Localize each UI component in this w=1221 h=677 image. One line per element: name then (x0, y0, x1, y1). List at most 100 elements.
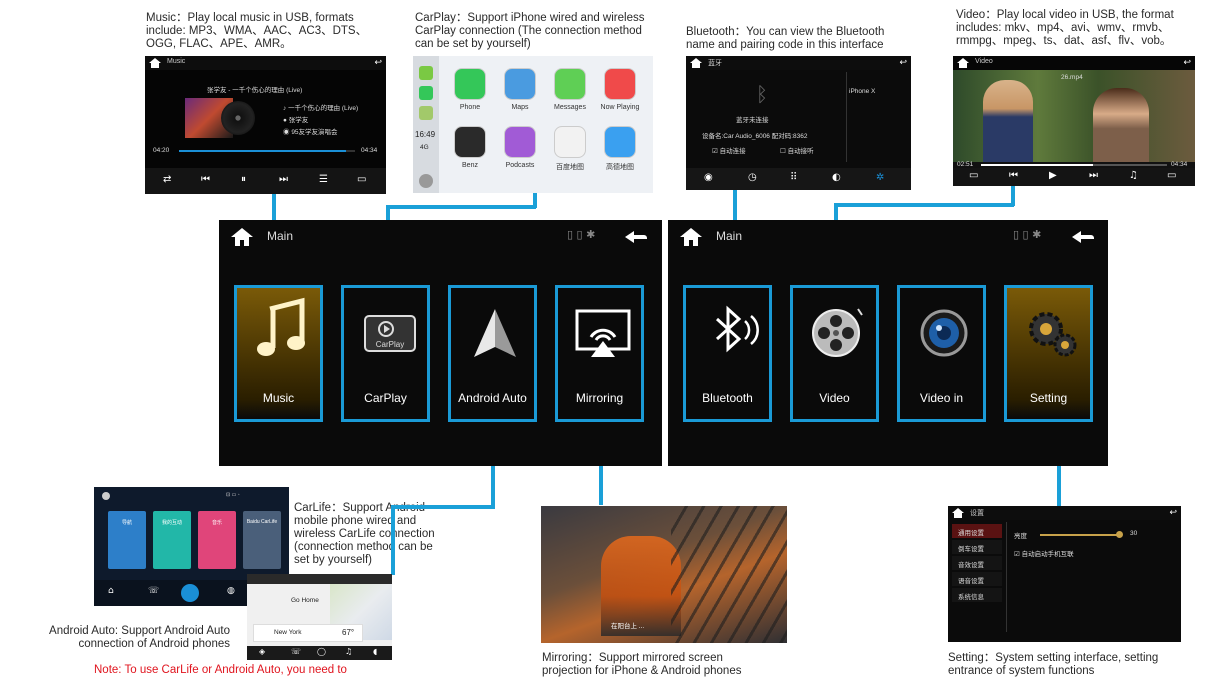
previous-icon[interactable]: ⏮ (1009, 170, 1018, 181)
center-button-icon[interactable] (181, 584, 199, 602)
carplay-app-5[interactable]: Podcasts (497, 126, 543, 182)
next-icon[interactable]: ⏭ (1089, 170, 1098, 181)
carplay-app-3[interactable]: Now Playing (597, 68, 643, 124)
elapsed-time: 02:51 (957, 161, 974, 168)
setting-menu-item[interactable]: 倒车设置 (952, 540, 1002, 554)
bt-tabbar: ◉ ◷ ⠿ ◐ ✲ (686, 168, 911, 190)
setting-screen-title: 设置 (970, 510, 984, 517)
screen-mode-icon[interactable]: ▭ (969, 170, 978, 181)
track-name: ♪ 一千个伤心的理由 (Live) (283, 105, 359, 112)
siri-icon[interactable] (419, 174, 433, 188)
connector-carplay-v2 (533, 192, 537, 208)
carlife-card-3[interactable]: Baidu CarLife (243, 511, 281, 569)
back-arrow-icon[interactable] (1072, 228, 1098, 246)
nav-icon[interactable]: ◈ (259, 647, 265, 656)
carlife-card-1[interactable]: 我的互动 (153, 511, 191, 569)
setting-menu-item[interactable]: 通用设置 (952, 524, 1002, 538)
home-icon[interactable] (680, 228, 702, 246)
phone-icon[interactable]: ☏ (148, 586, 159, 596)
carlife-card-label: Baidu CarLife (246, 519, 278, 525)
usb-bt-status-icon: ▯ ▯ ✱ (1013, 228, 1042, 241)
brightness-slider[interactable] (1040, 531, 1123, 538)
clock: 16:49 (415, 130, 436, 139)
video-in-tile[interactable]: Video in (897, 285, 986, 422)
auto-answer-checkbox[interactable]: ☐ 自动接听 (780, 145, 814, 155)
shuffle-icon[interactable]: ⇄ (163, 174, 171, 185)
app-dock-icon[interactable] (419, 106, 433, 120)
progress-track[interactable] (981, 164, 1167, 166)
paired-device[interactable]: iPhone X (849, 88, 875, 95)
app-dock-icon[interactable] (419, 86, 433, 100)
mirror-structure (671, 506, 787, 643)
android-auto-screenshot: Go Home New York 67° ◈ ☏ ◯ ♫ ◖ (247, 574, 392, 660)
folder-icon[interactable]: ▭ (357, 174, 366, 185)
headphones-icon[interactable]: ♫ (345, 647, 352, 656)
bluetooth-tile[interactable]: Bluetooth (683, 285, 772, 422)
home-icon[interactable] (149, 58, 161, 68)
back-arrow-icon[interactable] (625, 228, 651, 246)
carplay-tile[interactable]: CarPlay CarPlay (341, 285, 430, 422)
app-dock-icon[interactable] (419, 66, 433, 80)
list-icon[interactable]: ☰ (319, 174, 328, 185)
back-arrow-icon[interactable]: ↩ (1169, 509, 1177, 518)
recent-calls-icon[interactable]: ◷ (748, 172, 757, 183)
carplay-app-6[interactable]: 百度地图 (547, 126, 593, 182)
app-label: Benz (462, 162, 478, 169)
signal-status: 4G (420, 144, 429, 151)
play-icon[interactable]: ▶ (1049, 170, 1057, 181)
video-screenshot: Video ↩ 26.mp4 02:51 04:34 ▭ ⏮ ▶ ⏭ ♫ ▭ (953, 56, 1195, 186)
home-icon[interactable]: ⌂ (108, 586, 114, 596)
progress-track[interactable] (179, 150, 355, 152)
music-note-icon[interactable]: ♫ (1129, 170, 1138, 181)
phone-icon[interactable]: ☏ (291, 647, 301, 656)
music-tab-icon[interactable]: ◐ (832, 172, 841, 183)
previous-icon[interactable]: ⏮ (201, 174, 210, 185)
music-tile[interactable]: Music (234, 285, 323, 422)
bluetooth-tab-icon[interactable]: ◉ (704, 172, 713, 183)
carplay-app-0[interactable]: Phone (447, 68, 493, 124)
brightness-label: 亮度 (1014, 533, 1027, 540)
video-in-tile-label: Video in (919, 391, 964, 405)
carlife-card-0[interactable]: 导航 (108, 511, 146, 569)
setting-tile[interactable]: Setting (1004, 285, 1093, 422)
setting-menu-item[interactable]: 语音设置 (952, 572, 1002, 586)
carplay-app-1[interactable]: Maps (497, 68, 543, 124)
android-auto-tile[interactable]: Android Auto (448, 285, 537, 422)
carplay-icon: CarPlay (347, 291, 424, 371)
mirroring-tile[interactable]: Mirroring (555, 285, 644, 422)
connector-android-auto-v2 (391, 505, 395, 575)
auto-connect-checkbox[interactable]: ☑ 自动连接 (712, 145, 746, 155)
next-icon[interactable]: ⏭ (279, 174, 288, 185)
app-label: Phone (459, 104, 481, 111)
video-tile[interactable]: Video (790, 285, 879, 422)
auto-connect-checkbox[interactable]: ☑ 自动启动手机互联 (1014, 548, 1074, 558)
home-icon[interactable] (231, 228, 253, 246)
app-icon (554, 68, 586, 100)
location-icon[interactable]: ◍ (227, 586, 235, 596)
video-tile-label: Video (819, 391, 850, 405)
back-arrow-icon[interactable]: ↩ (1183, 59, 1191, 68)
setting-menu-item[interactable]: 系统信息 (952, 588, 1002, 602)
dialpad-icon[interactable]: ⠿ (790, 172, 797, 183)
carlife-cards: 导航 我的互动 音乐 Baidu CarLife (108, 511, 281, 571)
home-icon[interactable]: ◯ (317, 647, 326, 656)
home-icon[interactable] (952, 508, 964, 518)
home-icon[interactable] (957, 58, 969, 68)
carplay-app-7[interactable]: 高德地图 (597, 126, 643, 182)
back-arrow-icon[interactable]: ↩ (374, 59, 382, 68)
home-icon[interactable] (690, 58, 702, 68)
camera-lens-icon (903, 291, 980, 371)
pause-icon[interactable]: ⏸ (241, 174, 246, 185)
carlife-card-2[interactable]: 音乐 (198, 511, 236, 569)
mic-icon[interactable]: ◖ (373, 647, 377, 656)
aa-destination[interactable]: Go Home (291, 597, 319, 604)
setting-caption: Setting：System setting interface, settin… (948, 652, 1159, 677)
settings-tab-icon[interactable]: ✲ (876, 172, 884, 183)
slider-knob[interactable] (1116, 531, 1123, 538)
setting-menu-item[interactable]: 音效设置 (952, 556, 1002, 570)
back-arrow-icon[interactable]: ↩ (899, 59, 907, 68)
carplay-app-2[interactable]: Messages (547, 68, 593, 124)
folder-icon[interactable]: ▭ (1167, 170, 1176, 181)
page-title: Main (716, 229, 743, 243)
carplay-app-4[interactable]: Benz (447, 126, 493, 182)
